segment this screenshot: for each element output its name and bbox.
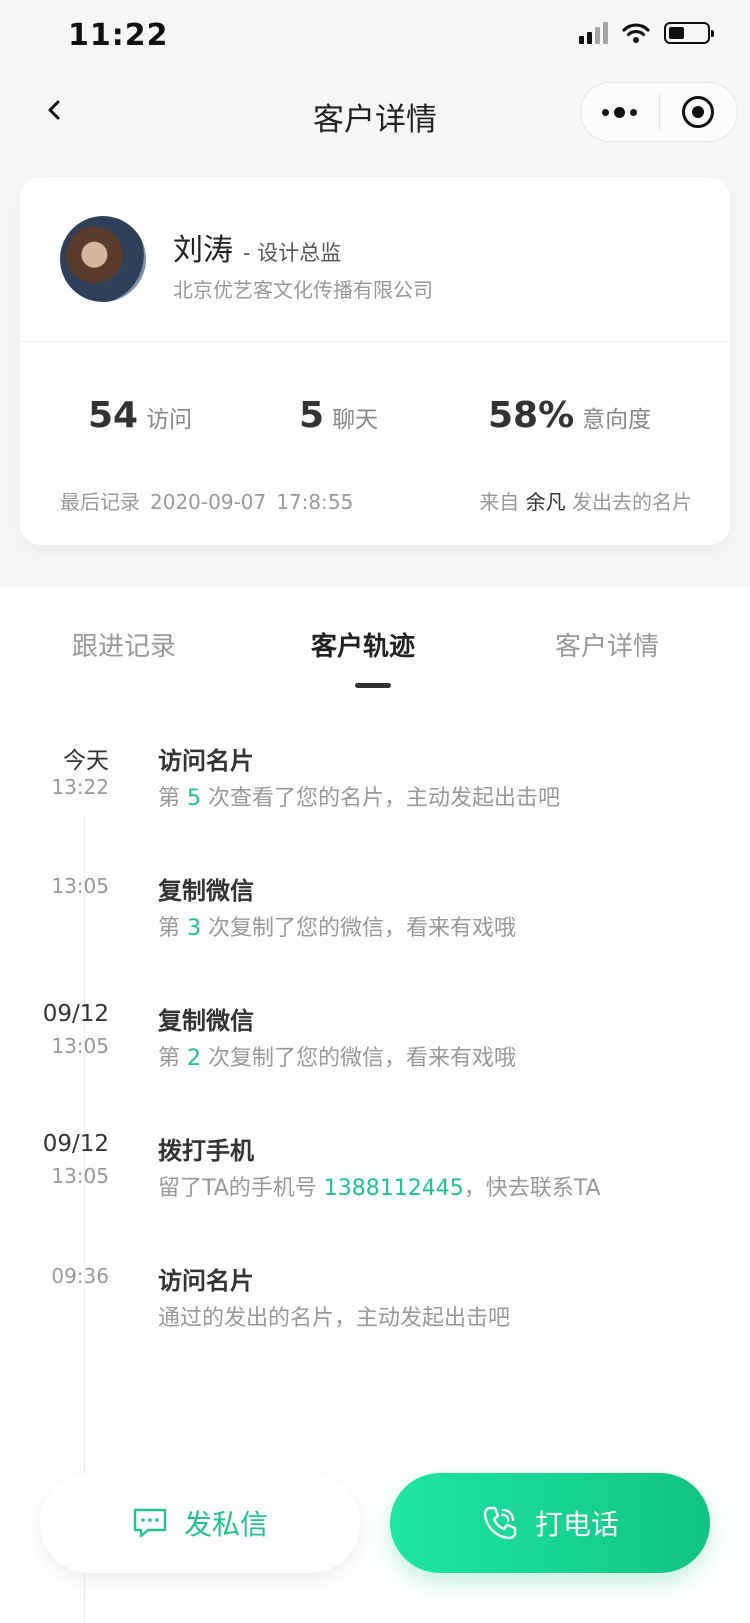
timeline-event-desc: 第 2 次复制了您的微信，看来有戏哦 xyxy=(158,1046,516,1071)
timeline-date: 09/12 xyxy=(42,1131,109,1157)
customer-card: 刘涛 - 设计总监 北京优艺客文化传播有限公司 54 访问 5 聊天 58% 意… xyxy=(20,177,730,545)
stat-label: 访问 xyxy=(146,407,193,433)
signal-icon xyxy=(579,22,608,44)
wifi-icon xyxy=(622,23,650,43)
last-record-time: 17:8:55 xyxy=(276,490,354,514)
stat-chats: 5 聊天 xyxy=(299,395,378,436)
timeline-time: 13:05 xyxy=(51,1034,109,1058)
timeline-event-title: 拨打手机 xyxy=(158,1137,254,1165)
timeline-event-title: 访问名片 xyxy=(158,747,254,775)
status-time: 11:22 xyxy=(68,18,169,53)
more-dots-icon xyxy=(602,106,638,118)
active-tab-indicator xyxy=(355,683,391,688)
stat-visits: 54 访问 xyxy=(88,395,192,436)
stat-value: 58% xyxy=(488,395,575,436)
call-label: 打电话 xyxy=(534,1508,619,1541)
highlight-value: 3 xyxy=(187,916,201,941)
source-prefix: 来自 xyxy=(479,490,520,514)
timeline-event-title: 复制微信 xyxy=(158,877,254,905)
message-icon xyxy=(133,1508,167,1538)
timeline-time: 13:22 xyxy=(51,775,109,799)
customer-title: - 设计总监 xyxy=(243,241,342,265)
timeline-event-title: 访问名片 xyxy=(158,1267,254,1295)
send-message-label: 发私信 xyxy=(183,1508,268,1541)
source-suffix: 发出去的名片 xyxy=(572,490,692,514)
nav-bar: 客户详情 xyxy=(0,76,750,154)
stat-label: 聊天 xyxy=(332,407,379,433)
battery-icon xyxy=(664,22,714,44)
miniprogram-capsule xyxy=(580,82,738,142)
avatar[interactable] xyxy=(60,216,146,302)
source-name[interactable]: 余凡 xyxy=(526,490,566,514)
timeline-event-desc: 第 3 次复制了您的微信，看来有戏哦 xyxy=(158,916,516,941)
card-source: 来自 余凡 发出去的名片 xyxy=(479,486,692,515)
target-icon xyxy=(682,96,715,128)
stat-label: 意向度 xyxy=(582,407,652,433)
more-button[interactable] xyxy=(581,83,659,141)
close-miniprogram-button[interactable] xyxy=(660,83,738,141)
status-bar: 11:22 xyxy=(0,0,750,76)
last-record-date: 2020-09-07 xyxy=(150,490,267,514)
timeline-date: 09/12 xyxy=(42,1001,109,1027)
timeline-time: 13:05 xyxy=(51,874,109,898)
stat-intent: 58% 意向度 xyxy=(488,395,651,436)
timeline-time: 13:05 xyxy=(51,1164,109,1188)
timeline-time: 09:36 xyxy=(51,1264,109,1288)
timeline-event-desc: 第 5 次查看了您的名片，主动发起出击吧 xyxy=(158,786,560,811)
phone-number-link[interactable]: 1388112445 xyxy=(324,1176,464,1201)
card-divider xyxy=(20,341,730,342)
stat-value: 54 xyxy=(88,395,139,436)
tab-customer-detail[interactable]: 客户详情 xyxy=(555,626,659,663)
phone-icon xyxy=(483,1506,517,1540)
timeline-event-desc: 通过的发出的名片，主动发起出击吧 xyxy=(158,1306,511,1331)
timeline-date: 今天 xyxy=(63,748,109,774)
last-record: 最后记录 2020-09-07 17:8:55 xyxy=(60,486,353,515)
status-icons xyxy=(579,22,714,44)
timeline-event-title: 复制微信 xyxy=(158,1007,254,1035)
highlight-value: 5 xyxy=(187,786,201,811)
customer-company: 北京优艺客文化传播有限公司 xyxy=(173,278,433,302)
tab-customer-trail[interactable]: 客户轨迹 xyxy=(311,626,415,663)
stat-value: 5 xyxy=(299,395,325,436)
call-button[interactable]: 打电话 xyxy=(390,1473,710,1573)
customer-name: 刘涛 xyxy=(173,233,233,268)
timeline-event-desc: 留了TA的手机号 1388112445，快去联系TA xyxy=(158,1176,601,1201)
highlight-value: 2 xyxy=(187,1046,201,1071)
name-row: 刘涛 - 设计总监 xyxy=(173,225,341,269)
last-record-label: 最后记录 xyxy=(60,490,140,514)
tab-follow-up[interactable]: 跟进记录 xyxy=(72,626,176,663)
send-message-button[interactable]: 发私信 xyxy=(40,1473,360,1573)
